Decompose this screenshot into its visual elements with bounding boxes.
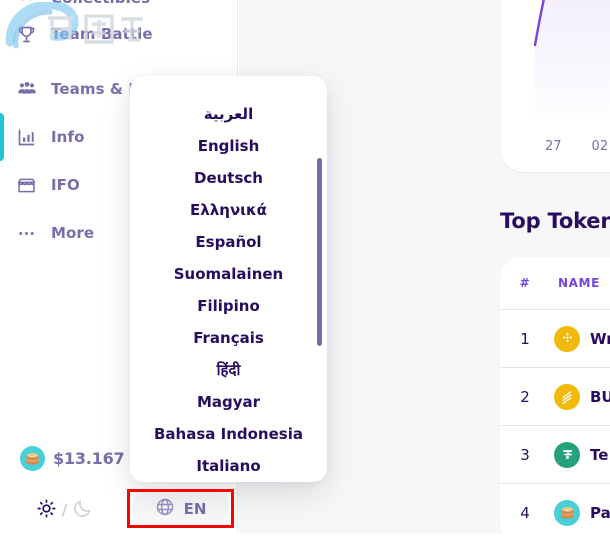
bnb-glyph bbox=[562, 332, 572, 343]
language-option[interactable]: Filipino bbox=[130, 290, 327, 322]
bnb-icon bbox=[554, 325, 580, 352]
token-icon-cake bbox=[550, 499, 584, 526]
cake-price-widget[interactable]: $13.167 bbox=[20, 446, 125, 471]
table-row[interactable]: 2 BU bbox=[500, 368, 610, 426]
language-option[interactable]: Deutsch bbox=[130, 162, 327, 194]
sidebar-item-collectibles[interactable]: Collectibles bbox=[0, 0, 237, 10]
price-chart-plot bbox=[525, 0, 610, 124]
table-row[interactable]: 1 Wr bbox=[500, 310, 610, 368]
language-option[interactable]: Magyar bbox=[130, 386, 327, 418]
language-option[interactable]: Ελληνικά bbox=[130, 194, 327, 226]
top-tokens-header-row: # NAME bbox=[500, 257, 610, 310]
column-header-rank: # bbox=[519, 276, 531, 290]
pancake-glyph bbox=[560, 507, 574, 519]
language-option[interactable]: English bbox=[130, 130, 327, 162]
top-tokens-card: # NAME 1 Wr 2 BU 3 Te 4 Pa bbox=[500, 257, 610, 533]
top-tokens-title: Top Token bbox=[500, 209, 610, 233]
language-option[interactable]: العربية bbox=[130, 98, 327, 130]
row-token-name: Te bbox=[590, 445, 609, 464]
row-rank: 3 bbox=[520, 445, 530, 464]
chart-x-axis: 27 02 0 bbox=[525, 139, 610, 154]
x-tick: 27 bbox=[545, 139, 562, 154]
table-row[interactable]: 3 Te bbox=[500, 426, 610, 484]
table-row[interactable]: 4 Pa bbox=[500, 484, 610, 533]
language-list: العربية English Deutsch Ελληνικά Español… bbox=[130, 76, 327, 482]
nft-icon bbox=[16, 0, 42, 10]
globe-icon bbox=[155, 497, 175, 521]
token-icon-tether bbox=[550, 441, 584, 468]
language-option[interactable]: Español bbox=[130, 226, 327, 258]
language-selector-label: EN bbox=[183, 500, 207, 518]
language-option[interactable]: Italiano bbox=[130, 450, 327, 482]
sidebar-item-label: Team Battle bbox=[51, 25, 153, 43]
tether-glyph bbox=[562, 450, 572, 459]
busd-icon bbox=[554, 383, 580, 410]
pancake-token-icon bbox=[554, 499, 580, 526]
sidebar-item-label: More bbox=[51, 224, 95, 242]
token-icon-busd bbox=[550, 383, 584, 410]
row-token-name: BU bbox=[590, 387, 610, 406]
pancake-glyph bbox=[26, 453, 39, 465]
language-option[interactable]: Suomalainen bbox=[130, 258, 327, 290]
trophy-icon bbox=[16, 22, 42, 46]
chart-bar-icon bbox=[16, 125, 42, 149]
storefront-icon bbox=[16, 173, 42, 197]
row-rank: 4 bbox=[520, 503, 530, 522]
theme-toggle[interactable]: / bbox=[36, 498, 93, 523]
row-rank: 1 bbox=[520, 329, 530, 348]
sidebar-item-label: IFO bbox=[51, 176, 80, 194]
sun-icon[interactable] bbox=[36, 498, 57, 523]
row-token-name: Pa bbox=[590, 503, 610, 522]
token-icon-wbnb bbox=[550, 325, 584, 352]
theme-separator: / bbox=[62, 501, 68, 519]
language-option[interactable]: Bahasa Indonesia bbox=[130, 418, 327, 450]
price-chart-svg bbox=[533, 0, 610, 120]
language-dropdown-menu[interactable]: العربية English Deutsch Ελληνικά Español… bbox=[130, 76, 327, 482]
x-tick: 02 bbox=[591, 139, 609, 154]
sidebar-footer: / EN bbox=[0, 488, 237, 532]
tether-icon bbox=[554, 441, 580, 468]
pancake-token-icon bbox=[20, 446, 45, 471]
busd-glyph bbox=[562, 390, 572, 404]
dropdown-scrollbar-thumb[interactable] bbox=[317, 158, 322, 346]
cake-price-value: $13.167 bbox=[53, 449, 125, 468]
column-header-name: NAME bbox=[558, 276, 600, 290]
language-option[interactable]: हिंदी bbox=[130, 354, 327, 386]
price-chart-card: 27 02 0 bbox=[501, 0, 610, 172]
ellipsis-icon bbox=[16, 221, 42, 245]
moon-icon[interactable] bbox=[72, 498, 93, 523]
sidebar-item-label: Collectibles bbox=[51, 0, 150, 7]
app-root: 27 02 0 Top Token # NAME 1 bbox=[0, 0, 610, 539]
row-token-name: Wr bbox=[590, 329, 610, 348]
language-option[interactable]: Français bbox=[130, 322, 327, 354]
language-selector-button[interactable]: EN bbox=[132, 490, 229, 528]
teams-icon bbox=[16, 77, 42, 101]
sidebar-item-label: Info bbox=[51, 128, 85, 146]
row-rank: 2 bbox=[520, 387, 530, 406]
sidebar-item-team-battle[interactable]: Team Battle bbox=[0, 10, 237, 58]
